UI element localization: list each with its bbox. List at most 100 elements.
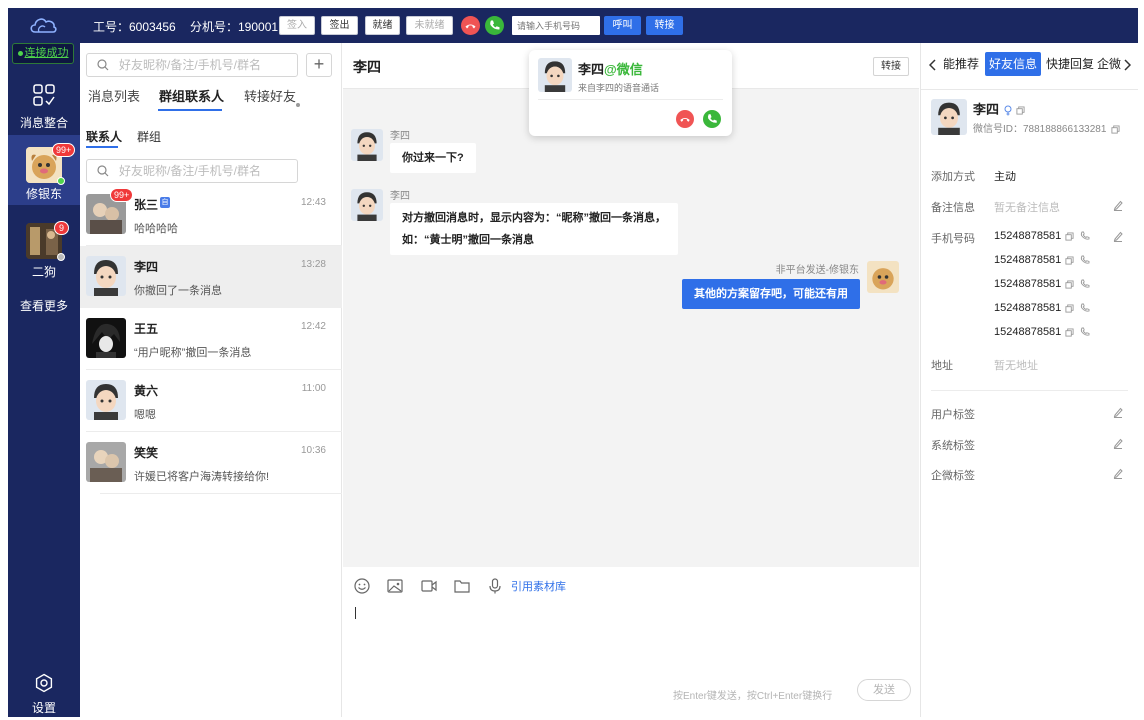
video-icon[interactable]	[420, 577, 438, 595]
copy-icon[interactable]	[1016, 106, 1025, 115]
row-divider	[100, 493, 342, 494]
status-dot-icon	[17, 50, 23, 56]
contact-row-lisi[interactable]: 李四 13:28 你撤回了一条消息	[80, 246, 342, 308]
gender-female-icon	[1004, 105, 1012, 116]
contact-name: 张三	[134, 198, 159, 212]
phone-number-row: 15248878581	[994, 326, 1090, 338]
contact-time: 11:00	[301, 383, 326, 394]
connection-text: 连接成功	[24, 47, 69, 59]
phone-number-input[interactable]	[512, 16, 600, 35]
decline-call-icon[interactable]	[676, 110, 694, 128]
tab-transfer-friends[interactable]: 转接好友	[244, 86, 296, 105]
chevron-left-icon[interactable]	[929, 59, 937, 71]
phone-dial-icon[interactable]	[1080, 231, 1090, 241]
transfer-button[interactable]: 转接	[646, 16, 683, 35]
phone-dial-icon[interactable]	[1080, 327, 1090, 337]
cloud-logo-icon	[30, 18, 57, 33]
search-placeholder: 好友昵称/备注/手机号/群名	[119, 164, 262, 178]
send-button[interactable]: 发送	[857, 679, 911, 701]
unread-badge: 9	[54, 221, 70, 235]
edit-pencil-icon[interactable]	[1113, 437, 1123, 449]
message-sender: 李四	[390, 191, 410, 202]
nav-item-label: 二狗	[31, 265, 56, 279]
message-bubble-self[interactable]: 其他的方案留存吧，可能还有用	[682, 279, 860, 309]
copy-icon[interactable]	[1065, 256, 1074, 265]
nav-item-message-integration[interactable]: 消息整合	[8, 75, 80, 133]
copy-icon[interactable]	[1065, 304, 1074, 313]
phone-number-row: 15248878581	[994, 254, 1090, 266]
microphone-icon[interactable]	[486, 577, 504, 595]
profile-name: 李四	[973, 99, 1025, 118]
copy-icon[interactable]	[1111, 125, 1120, 134]
quote-library-link[interactable]: 引用素材库	[511, 578, 566, 594]
nav-item-xiuyindong[interactable]: 99+ 修银东	[8, 135, 80, 205]
copy-icon[interactable]	[1065, 328, 1074, 337]
contact-info-panel: 能推荐 好友信息 快捷回复 企微 李四 微信号ID：78818886613328…	[920, 43, 1138, 717]
chat-transfer-button[interactable]: 转接	[873, 57, 909, 76]
address-value: 暂无地址	[994, 360, 1038, 372]
remark-value[interactable]: 暂无备注信息	[994, 199, 1060, 215]
tab-friend-info[interactable]: 好友信息	[985, 52, 1042, 76]
contact-name: 黄六	[134, 384, 159, 398]
edit-pencil-icon[interactable]	[1113, 467, 1123, 479]
emoji-icon[interactable]	[353, 577, 371, 595]
phone-number: 15248878581	[994, 302, 1062, 314]
call-subtitle: 来自李四的语音通话	[578, 83, 660, 93]
connection-status[interactable]: 连接成功	[12, 43, 74, 64]
tab-smart-recommend[interactable]: 能推荐	[943, 52, 979, 76]
incoming-call-popup: 李四@微信 来自李四的语音通话	[529, 50, 732, 136]
hangup-icon[interactable]	[461, 16, 480, 35]
chevron-right-icon[interactable]	[1123, 59, 1131, 71]
edit-pencil-icon[interactable]	[1113, 199, 1123, 211]
tab-message-list[interactable]: 消息列表	[88, 86, 140, 105]
view-more-link[interactable]: 查看更多	[8, 297, 80, 314]
contact-last-message: “用户昵称”撤回一条消息	[134, 347, 252, 359]
add-button[interactable]: +	[306, 53, 332, 77]
message-bubble[interactable]: 对方撤回消息时，显示内容为：“昵称”撤回一条消息， 如：“黄士明”撤回一条消息	[390, 203, 678, 255]
accept-call-icon[interactable]	[703, 110, 721, 128]
contact-last-message: 你撤回了一条消息	[134, 285, 222, 297]
message-line: 如：“黄士明”撤回一条消息	[402, 234, 534, 246]
avatar	[867, 261, 899, 293]
phone-dial-icon[interactable]	[1080, 255, 1090, 265]
tab-wecom[interactable]: 企微	[1097, 52, 1121, 76]
edit-pencil-icon[interactable]	[1113, 406, 1123, 418]
apps-grid-icon	[33, 84, 55, 106]
tab-quick-reply[interactable]: 快捷回复	[1046, 52, 1094, 76]
folder-icon[interactable]	[453, 577, 471, 595]
edit-pencil-icon[interactable]	[1113, 230, 1123, 242]
contact-row-wangwu[interactable]: 王五 12:42 “用户昵称”撤回一条消息	[80, 308, 342, 370]
caller-name-text: 李四	[578, 62, 605, 77]
image-icon[interactable]	[386, 577, 404, 595]
signout-button[interactable]: 签出	[321, 16, 358, 35]
subtab-groups[interactable]: 群组	[137, 128, 161, 145]
contact-row-xiaoxiao[interactable]: 笑笑 10:36 许媛已将客户海涛转接给你!	[80, 432, 342, 494]
extension-label: 分机号：190001	[190, 20, 279, 34]
answer-phone-icon[interactable]	[485, 16, 504, 35]
message-bubble[interactable]: 你过来一下?	[390, 143, 476, 173]
contact-sub-search-input[interactable]: 好友昵称/备注/手机号/群名	[86, 159, 298, 183]
self-tag-badge: 自	[160, 197, 170, 208]
phone-dial-icon[interactable]	[1080, 303, 1090, 313]
tab-group-contacts[interactable]: 群组联系人	[159, 86, 224, 105]
avatar	[351, 129, 383, 161]
copy-icon[interactable]	[1065, 280, 1074, 289]
avatar	[351, 189, 383, 221]
nav-item-ergou[interactable]: 9 二狗	[8, 215, 80, 279]
not-ready-button[interactable]: 未就绪	[406, 16, 453, 35]
ready-button[interactable]: 就绪	[365, 16, 400, 35]
text-caret[interactable]	[355, 607, 356, 619]
call-button[interactable]: 呼叫	[604, 16, 641, 35]
copy-icon[interactable]	[1065, 232, 1074, 241]
wechat-id-text: 微信号ID：788188866133281	[973, 124, 1107, 135]
contact-search-input[interactable]: 好友昵称/备注/手机号/群名	[86, 53, 298, 77]
phone-dial-icon[interactable]	[1080, 279, 1090, 289]
settings-button[interactable]: 设置	[8, 663, 80, 715]
phone-number: 15248878581	[994, 278, 1062, 290]
contact-row-huangliu[interactable]: 黄六 11:00 嗯嗯	[80, 370, 342, 432]
signin-button[interactable]: 签入	[279, 16, 315, 35]
contact-row-zhangsan[interactable]: 99+ 张三 自 12:43 哈哈哈哈	[80, 184, 342, 246]
active-subtab-indicator	[86, 146, 118, 148]
profile-name-text: 李四	[973, 102, 1000, 117]
subtab-contacts[interactable]: 联系人	[86, 128, 122, 145]
